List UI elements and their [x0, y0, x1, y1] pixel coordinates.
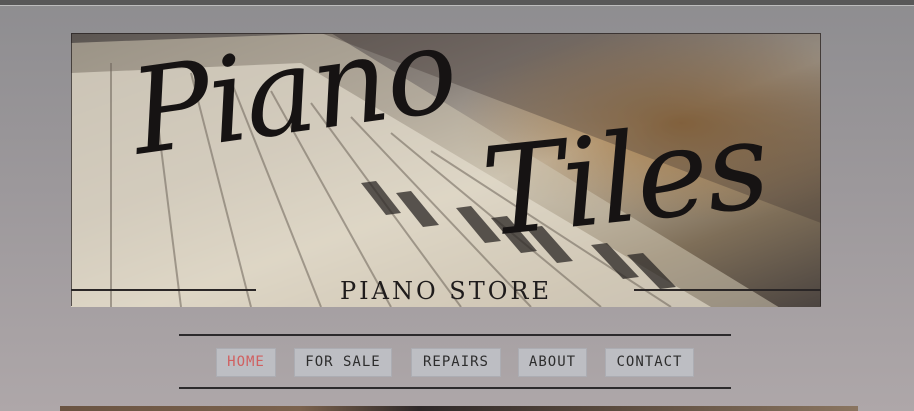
store-subtitle: PIANO STORE — [340, 277, 552, 305]
hero-banner: Piano Tiles PIANO STORE — [71, 33, 821, 307]
nav-repairs-button[interactable]: REPAIRS — [411, 348, 501, 377]
nav-for-sale-button[interactable]: FOR SALE — [294, 348, 392, 377]
nav-about-button[interactable]: ABOUT — [518, 348, 587, 377]
nav-contact-button[interactable]: CONTACT — [605, 348, 694, 377]
main-nav: HOME FOR SALE REPAIRS ABOUT CONTACT — [0, 348, 914, 377]
nav-bottom-rule — [179, 387, 731, 389]
logo-script-word-2: Tiles — [476, 93, 774, 265]
window-top-border — [0, 0, 914, 6]
next-section-image-strip — [60, 406, 858, 411]
nav-home-button[interactable]: HOME — [216, 348, 276, 377]
nav-top-rule — [179, 334, 731, 336]
